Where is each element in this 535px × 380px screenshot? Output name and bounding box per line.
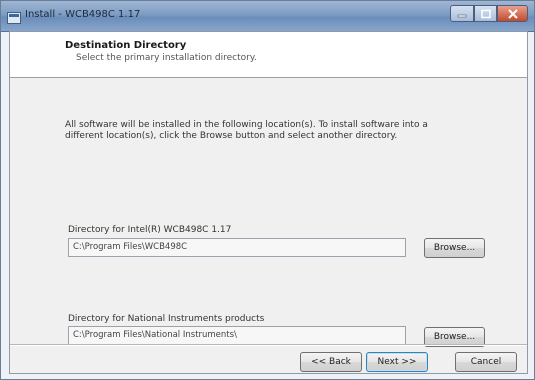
- footer-separator: [10, 344, 527, 346]
- shared-directory-field[interactable]: C:\Program Files\National Instruments\: [68, 326, 406, 345]
- title-bar[interactable]: Install - WCB498C 1.17: [1, 1, 534, 32]
- dialog-client-area: Destination Directory Select the primary…: [9, 31, 528, 374]
- close-button[interactable]: [497, 5, 528, 22]
- maximize-icon: [480, 9, 491, 18]
- maximize-button[interactable]: [474, 5, 497, 22]
- minimize-button[interactable]: [450, 5, 474, 22]
- instructions-text: All software will be installed in the fo…: [65, 120, 428, 141]
- primary-browse-button[interactable]: Browse...: [424, 238, 485, 258]
- page-subtitle: Select the primary installation director…: [76, 53, 257, 63]
- close-icon: [507, 8, 518, 19]
- caption-buttons: [450, 5, 528, 23]
- minimize-icon: [457, 14, 467, 17]
- page-title: Destination Directory: [65, 40, 187, 51]
- shared-directory-label: Directory for National Instruments produ…: [68, 314, 265, 324]
- primary-directory-field[interactable]: C:\Program Files\WCB498C: [68, 238, 406, 257]
- cancel-button[interactable]: Cancel: [455, 352, 517, 372]
- window-title: Install - WCB498C 1.17: [25, 9, 141, 20]
- header-panel: Destination Directory Select the primary…: [10, 32, 527, 78]
- back-button[interactable]: << Back: [300, 352, 362, 372]
- next-button[interactable]: Next >>: [366, 352, 428, 372]
- installer-app-icon: [7, 9, 21, 24]
- primary-directory-label: Directory for Intel(R) WCB498C 1.17: [68, 225, 232, 235]
- installer-window: Install - WCB498C 1.17 Destination Direc…: [0, 0, 535, 380]
